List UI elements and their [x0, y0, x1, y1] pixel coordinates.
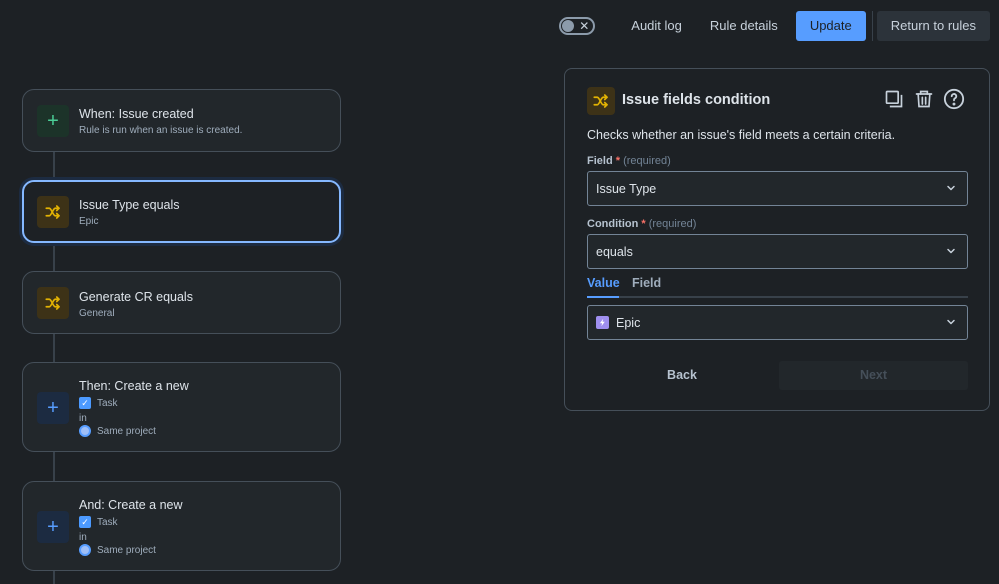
condition1-subtitle: Epic: [79, 216, 99, 227]
task-checkbox-icon: ✓: [79, 397, 91, 409]
panel-description: Checks whether an issue's field meets a …: [587, 128, 896, 142]
audit-log-button[interactable]: Audit log: [617, 11, 696, 41]
panel-actions: [883, 87, 965, 111]
action1-project: Same project: [79, 425, 156, 437]
chevron-down-icon: [945, 182, 957, 197]
condition-card-issue-type[interactable]: Issue Type equals Epic: [22, 180, 341, 243]
chain-connector: [53, 333, 55, 362]
condition-config-panel: Issue fields condition Checks whether an…: [564, 68, 990, 411]
chain-connector: [53, 242, 55, 271]
condition-select-value: equals: [596, 244, 633, 259]
shuffle-icon: [587, 87, 615, 115]
chain-connector: [53, 452, 55, 481]
back-button[interactable]: Back: [587, 361, 777, 390]
plus-icon: +: [37, 105, 69, 137]
condition-label-text: Condition: [587, 218, 639, 230]
duplicate-icon[interactable]: [883, 87, 905, 111]
required-marker: *: [615, 155, 621, 167]
epic-icon: [596, 316, 609, 329]
toggle-knob: [562, 20, 575, 32]
tab-value[interactable]: Value: [587, 276, 620, 298]
action1-type: ✓ Task: [79, 397, 118, 409]
field-label: Field * (required): [587, 155, 671, 167]
rule-enabled-toggle[interactable]: ✕: [559, 17, 596, 35]
toolbar-divider: [871, 11, 873, 41]
action2-type: ✓ Task: [79, 516, 118, 528]
value-field-tabs: Value Field: [587, 276, 968, 298]
trigger-card[interactable]: + When: Issue created Rule is run when a…: [22, 89, 341, 152]
action1-type-label: Task: [97, 397, 118, 409]
field-select-value: Issue Type: [596, 181, 657, 196]
condition2-subtitle: General: [79, 308, 115, 319]
return-to-rules-button[interactable]: Return to rules: [876, 11, 990, 41]
action1-title: Then: Create a new: [79, 379, 189, 393]
condition-label: Condition * (required): [587, 218, 696, 230]
chevron-down-icon: [945, 316, 957, 331]
chevron-down-icon: [945, 245, 957, 260]
action2-project: Same project: [79, 544, 156, 556]
project-avatar-icon: [79, 425, 91, 437]
action2-in: in: [79, 532, 87, 543]
toggle-off-icon: ✕: [579, 19, 590, 33]
action1-in: in: [79, 413, 87, 424]
chain-connector: [53, 571, 55, 584]
help-icon[interactable]: [943, 87, 965, 111]
condition1-title: Issue Type equals: [79, 198, 180, 212]
chain-connector: [53, 151, 55, 180]
value-select[interactable]: Epic: [587, 305, 968, 340]
value-select-value: Epic: [616, 315, 641, 330]
condition-card-generate-cr[interactable]: Generate CR equals General: [22, 271, 341, 334]
project-avatar-icon: [79, 544, 91, 556]
action1-project-label: Same project: [97, 425, 156, 437]
action2-type-label: Task: [97, 516, 118, 528]
task-checkbox-icon: ✓: [79, 516, 91, 528]
tab-field[interactable]: Field: [632, 276, 661, 298]
action-card-create-task-1[interactable]: + Then: Create a new ✓ Task in Same proj…: [22, 362, 341, 452]
required-hint: (required): [648, 218, 697, 230]
update-button[interactable]: Update: [795, 11, 866, 41]
action2-title: And: Create a new: [79, 498, 183, 512]
required-hint: (required): [623, 155, 671, 167]
trigger-subtitle: Rule is run when an issue is created.: [79, 125, 243, 136]
action2-project-label: Same project: [97, 544, 156, 556]
required-marker: *: [641, 218, 646, 230]
panel-title: Issue fields condition: [622, 92, 771, 108]
rule-details-button[interactable]: Rule details: [696, 11, 792, 41]
top-toolbar: ✕ Audit log Rule details Update Return t…: [559, 11, 990, 41]
trigger-title: When: Issue created: [79, 107, 194, 121]
next-button[interactable]: Next: [779, 361, 968, 390]
delete-icon[interactable]: [913, 87, 935, 111]
action-card-create-task-2[interactable]: + And: Create a new ✓ Task in Same proje…: [22, 481, 341, 571]
field-label-text: Field: [587, 155, 613, 167]
plus-icon: +: [37, 511, 69, 543]
condition2-title: Generate CR equals: [79, 290, 193, 304]
shuffle-icon: [37, 287, 69, 319]
shuffle-icon: [37, 196, 69, 228]
condition-select[interactable]: equals: [587, 234, 968, 269]
plus-icon: +: [37, 392, 69, 424]
field-select[interactable]: Issue Type: [587, 171, 968, 206]
